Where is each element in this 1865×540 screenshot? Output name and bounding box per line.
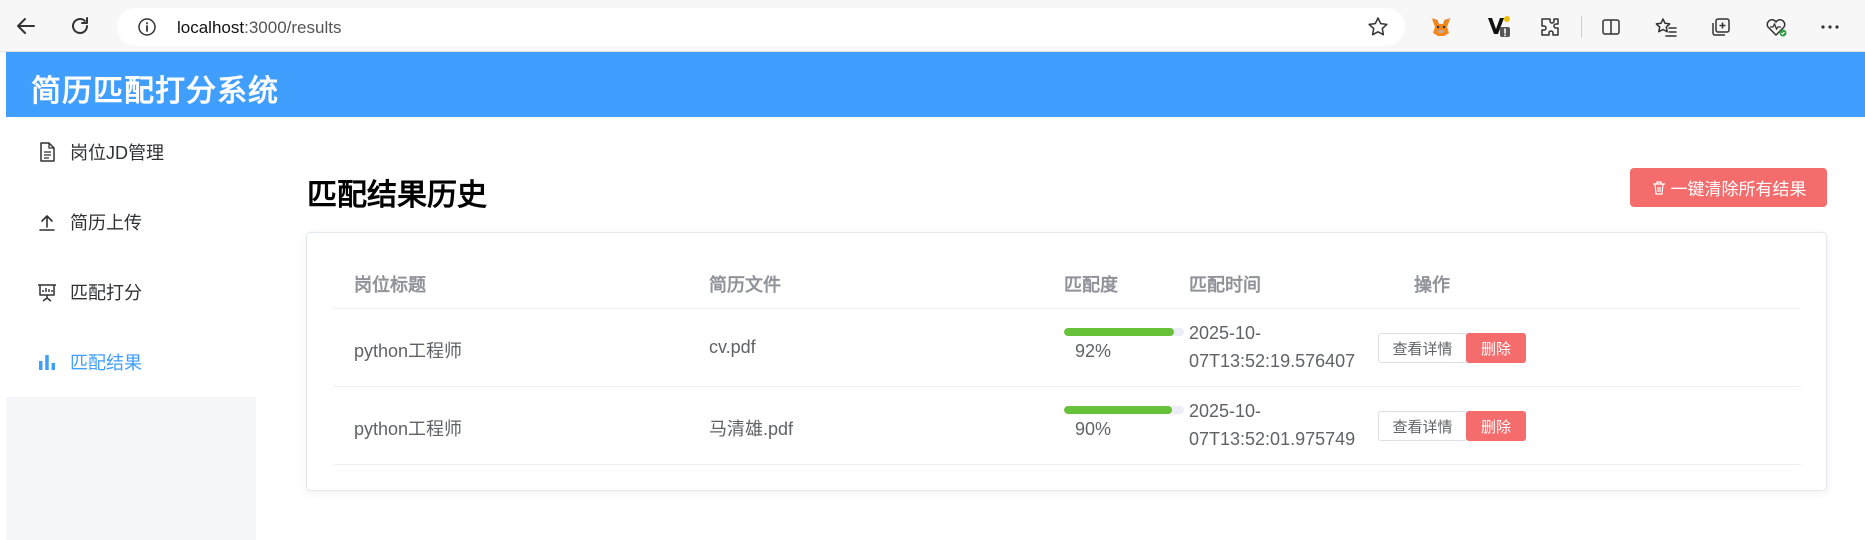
page-title: 匹配结果历史 <box>307 179 487 212</box>
match-time-clock: 07T13:52:01.975749 <box>1189 429 1356 449</box>
match-time-cell: 2025-10- 07T13:52:19.576407 <box>1189 319 1355 375</box>
url-text[interactable]: localhost:3000/results <box>177 18 341 38</box>
favorite-star-icon[interactable] <box>1367 16 1389 43</box>
browser-essentials-icon[interactable] <box>1762 13 1790 41</box>
sidebar-item-match-results[interactable]: 匹配结果 <box>6 332 256 392</box>
clear-all-results-button[interactable]: 一键清除所有结果 <box>1630 168 1827 207</box>
extension-v-icon[interactable] <box>1484 13 1512 41</box>
column-header-actions: 操作 <box>1414 275 1450 295</box>
results-table: 岗位标题 简历文件 匹配度 匹配时间 操作 python工程师 cv.pdf 9… <box>334 257 1801 465</box>
split-screen-icon[interactable] <box>1597 13 1625 41</box>
sidebar-item-label: 岗位JD管理 <box>70 143 164 163</box>
match-time-date: 2025-10- <box>1189 401 1262 421</box>
url-host: localhost <box>177 18 245 37</box>
job-title-cell: python工程师 <box>354 341 463 361</box>
sidebar-item-match-scoring[interactable]: 匹配打分 <box>6 262 256 322</box>
app-header: 简历匹配打分系统 <box>6 52 1865 117</box>
sidebar-item-jd-management[interactable]: 岗位JD管理 <box>6 122 256 182</box>
more-options-icon[interactable] <box>1816 13 1844 41</box>
bar-chart-icon <box>36 351 58 373</box>
table-row: python工程师 cv.pdf 92% 2025-10- 07T13:52:1… <box>334 309 1801 387</box>
view-details-button[interactable]: 查看详情 <box>1378 411 1467 441</box>
table-header: 岗位标题 简历文件 匹配度 匹配时间 操作 <box>334 257 1801 309</box>
match-progress-fill <box>1064 328 1175 336</box>
match-score-text: 90% <box>1075 419 1112 439</box>
presentation-icon <box>36 281 58 303</box>
column-header-job-title: 岗位标题 <box>354 275 426 295</box>
sidebar-item-resume-upload[interactable]: 简历上传 <box>6 192 256 252</box>
table-row: python工程师 马清雄.pdf 90% 2025-10- 07T13:52:… <box>334 387 1801 465</box>
url-path: :3000/results <box>244 18 342 37</box>
match-time-date: 2025-10- <box>1189 323 1262 343</box>
favorites-icon[interactable] <box>1652 13 1680 41</box>
upload-icon <box>36 211 58 233</box>
browser-toolbar: localhost:3000/results <box>0 0 1865 52</box>
extensions-puzzle-icon[interactable] <box>1536 13 1564 41</box>
match-time-clock: 07T13:52:19.576407 <box>1189 351 1356 371</box>
delete-button[interactable]: 删除 <box>1466 333 1526 363</box>
info-icon[interactable] <box>137 17 157 37</box>
delete-button[interactable]: 删除 <box>1466 411 1526 441</box>
resume-file-cell: cv.pdf <box>709 337 756 357</box>
view-details-button[interactable]: 查看详情 <box>1378 333 1467 363</box>
arrow-left-icon <box>17 18 35 34</box>
match-time-cell: 2025-10- 07T13:52:01.975749 <box>1189 397 1355 453</box>
sidebar-item-label: 匹配打分 <box>70 283 142 303</box>
match-progress-bar <box>1064 406 1184 414</box>
back-button[interactable] <box>12 12 40 40</box>
sidebar-item-label: 简历上传 <box>70 213 142 233</box>
job-title-cell: python工程师 <box>354 419 463 439</box>
clear-all-results-label: 一键清除所有结果 <box>1670 180 1807 199</box>
document-icon <box>36 141 58 163</box>
sidebar-empty-area <box>6 397 256 540</box>
trash-icon <box>1651 180 1667 196</box>
collections-icon[interactable] <box>1707 13 1735 41</box>
toolbar-divider <box>1581 16 1582 38</box>
sidebar-item-label: 匹配结果 <box>70 353 142 373</box>
reload-button[interactable] <box>66 12 94 40</box>
column-header-match-time: 匹配时间 <box>1189 275 1261 295</box>
reload-icon <box>72 17 88 34</box>
app-title: 简历匹配打分系统 <box>31 75 279 108</box>
match-progress-fill <box>1064 406 1172 414</box>
column-header-match-score: 匹配度 <box>1064 275 1118 295</box>
results-card: 岗位标题 简历文件 匹配度 匹配时间 操作 python工程师 cv.pdf 9… <box>306 232 1827 491</box>
metamask-fox-icon[interactable] <box>1427 13 1455 41</box>
resume-file-cell: 马清雄.pdf <box>709 419 794 439</box>
address-bar[interactable]: localhost:3000/results <box>117 8 1405 46</box>
column-header-resume-file: 简历文件 <box>709 275 781 295</box>
match-progress-bar <box>1064 328 1184 336</box>
match-score-text: 92% <box>1075 341 1112 361</box>
